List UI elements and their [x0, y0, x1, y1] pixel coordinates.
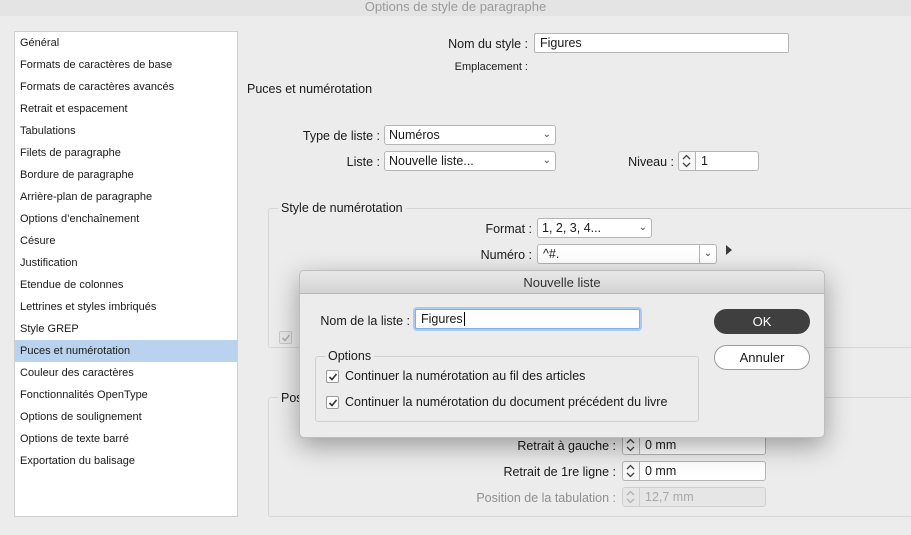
chevron-down-icon: ⌄: [542, 129, 551, 140]
cancel-button[interactable]: Annuler: [714, 345, 810, 370]
tab-position-label: Position de la tabulation :: [476, 491, 616, 505]
chevron-down-icon: ⌄: [542, 155, 551, 166]
sidebar-item-strikethrough[interactable]: Options de texte barré: [15, 428, 237, 450]
sidebar-item-bullets-numbering[interactable]: Puces et numérotation: [15, 340, 237, 362]
checkbox-checked-icon: [279, 330, 292, 344]
left-indent-stepper[interactable]: 0 mm: [622, 435, 766, 455]
checkbox-checked-icon: [326, 369, 339, 383]
stepper-arrows-icon[interactable]: [678, 151, 695, 171]
level-label: Niveau :: [628, 155, 674, 169]
location-label: Emplacement :: [454, 61, 528, 73]
first-line-indent-label: Retrait de 1re ligne :: [503, 465, 616, 479]
format-label: Format :: [485, 222, 532, 236]
stepper-arrows-icon[interactable]: [622, 487, 639, 507]
format-dropdown[interactable]: 1, 2, 3, 4... ⌄: [537, 218, 652, 238]
sidebar-item-char-color[interactable]: Couleur des caractères: [15, 362, 237, 384]
left-indent-input[interactable]: 0 mm: [639, 435, 766, 455]
first-line-indent-stepper[interactable]: 0 mm: [622, 461, 766, 481]
sidebar-item-general[interactable]: Général: [15, 32, 237, 54]
first-line-indent-input[interactable]: 0 mm: [639, 461, 766, 481]
level-stepper[interactable]: 1: [678, 151, 759, 171]
style-name-input[interactable]: Figures: [534, 33, 789, 53]
list-name-label: Nom de la liste :: [320, 314, 410, 328]
number-input[interactable]: ^#.: [537, 244, 700, 264]
list-value: Nouvelle liste...: [389, 154, 474, 168]
level-input[interactable]: 1: [695, 151, 759, 171]
sidebar-item-paragraph-rules[interactable]: Filets de paragraphe: [15, 142, 237, 164]
sidebar-item-drop-caps[interactable]: Lettrines et styles imbriqués: [15, 296, 237, 318]
sidebar-item-grep-style[interactable]: Style GREP: [15, 318, 237, 340]
style-name-label: Nom du style :: [448, 37, 528, 51]
sidebar-item-export-tagging[interactable]: Exportation du balisage: [15, 450, 237, 472]
list-type-label: Type de liste :: [302, 129, 380, 143]
sidebar-item-basic-char-formats[interactable]: Formats de caractères de base: [15, 54, 237, 76]
numbering-style-title: Style de numérotation: [278, 201, 406, 215]
list-name-value: Figures: [421, 312, 463, 326]
stepper-arrows-icon[interactable]: [622, 461, 639, 481]
list-type-dropdown[interactable]: Numéros ⌄: [384, 125, 556, 145]
number-label: Numéro :: [480, 248, 532, 262]
sidebar-item-justification[interactable]: Justification: [15, 252, 237, 274]
sidebar-item-hyphenation[interactable]: Césure: [15, 230, 237, 252]
sidebar-item-paragraph-shading[interactable]: Arrière-plan de paragraphe: [15, 186, 237, 208]
number-combo[interactable]: ^#. ⌄: [537, 244, 717, 264]
sidebar-item-advanced-char-formats[interactable]: Formats de caractères avancés: [15, 76, 237, 98]
sidebar-item-tabs[interactable]: Tabulations: [15, 120, 237, 142]
list-type-value: Numéros: [389, 128, 440, 142]
tab-position-input[interactable]: 12,7 mm: [639, 487, 766, 507]
list-label: Liste :: [346, 155, 380, 169]
sidebar-item-paragraph-border[interactable]: Bordure de paragraphe: [15, 164, 237, 186]
continue-from-previous-doc-checkbox[interactable]: Continuer la numérotation du document pr…: [326, 395, 667, 409]
chevron-down-icon: ⌄: [638, 222, 647, 233]
tab-position-stepper[interactable]: 12,7 mm: [622, 487, 766, 507]
sidebar-item-underline[interactable]: Options de soulignement: [15, 406, 237, 428]
sidebar-item-opentype[interactable]: Fonctionnalités OpenType: [15, 384, 237, 406]
sidebar-item-indents-spacing[interactable]: Retrait et espacement: [15, 98, 237, 120]
window-title: Options de style de paragraphe: [0, 0, 911, 16]
stepper-arrows-icon[interactable]: [622, 435, 639, 455]
continue-across-stories-checkbox[interactable]: Continuer la numérotation au fil des art…: [326, 369, 585, 383]
ok-button[interactable]: OK: [714, 309, 810, 334]
continue-from-previous-doc-label: Continuer la numérotation du document pr…: [345, 395, 668, 409]
left-indent-label: Retrait à gauche :: [517, 439, 616, 453]
sidebar-item-keep-options[interactable]: Options d’enchaînement: [15, 208, 237, 230]
checkbox-checked-icon: [326, 395, 339, 409]
category-list: Général Formats de caractères de base Fo…: [14, 31, 238, 517]
insert-special-char-arrow-icon[interactable]: [725, 244, 733, 256]
new-list-dialog: Nouvelle liste Nom de la liste : Figures…: [299, 270, 825, 438]
sidebar-item-span-columns[interactable]: Etendue de colonnes: [15, 274, 237, 296]
list-name-input[interactable]: Figures: [415, 309, 640, 329]
format-value: 1, 2, 3, 4...: [542, 221, 602, 235]
continue-across-stories-label: Continuer la numérotation au fil des art…: [345, 369, 586, 383]
options-group: [315, 356, 699, 422]
options-title: Options: [325, 349, 375, 363]
chevron-down-icon[interactable]: ⌄: [700, 244, 717, 264]
list-dropdown[interactable]: Nouvelle liste... ⌄: [384, 151, 556, 171]
dialog-title: Nouvelle liste: [300, 271, 824, 294]
section-title: Puces et numérotation: [247, 82, 373, 96]
text-cursor: [463, 312, 465, 326]
